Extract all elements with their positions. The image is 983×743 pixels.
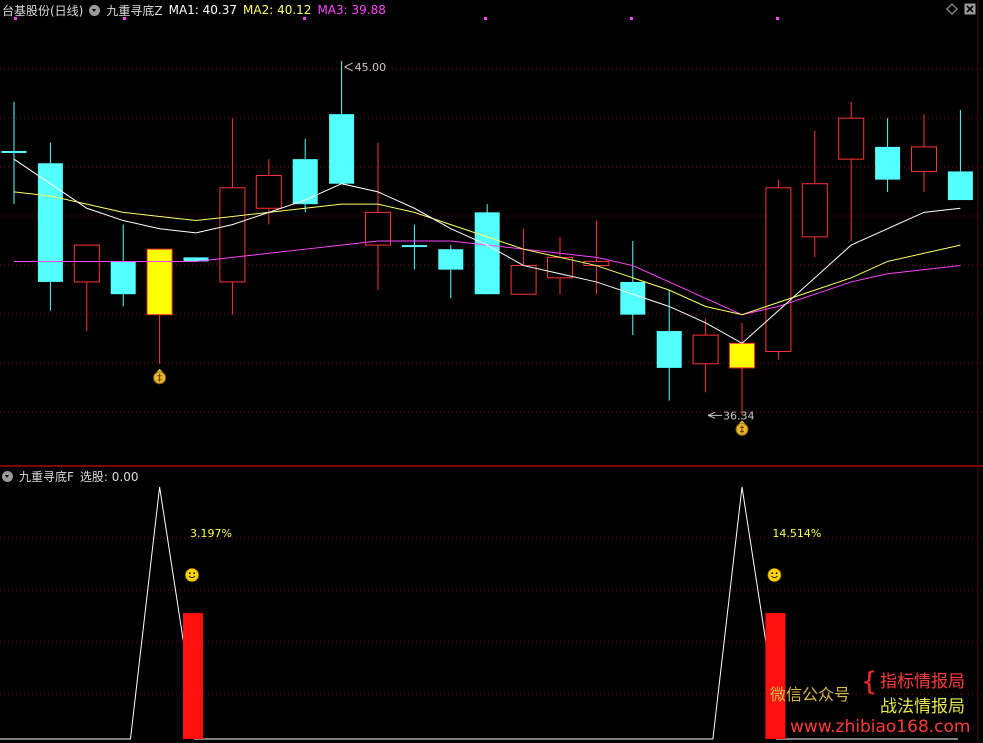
chevron-down-icon[interactable]	[2, 470, 13, 482]
min-price-label: 36.34	[723, 409, 755, 422]
candle-body	[329, 114, 355, 184]
moneybag-icon	[735, 420, 749, 436]
candle-body	[438, 249, 464, 270]
candle-body	[692, 334, 719, 365]
diamond-icon[interactable]	[946, 3, 958, 15]
close-icon[interactable]	[964, 3, 976, 15]
sub-indicator-name: 九重寻底F	[19, 469, 74, 484]
smile-icon	[767, 568, 782, 582]
candle-body	[875, 146, 901, 180]
ma1-value: MA1: 40.37	[168, 3, 238, 17]
candle-body	[838, 117, 865, 160]
signal-bar	[183, 613, 203, 739]
candle-body	[219, 187, 246, 283]
max-price-label: 45.00	[355, 61, 387, 74]
moneybag-icon	[153, 368, 167, 385]
smile-face	[767, 568, 782, 582]
candle-body	[292, 159, 318, 205]
moneybag-tie	[156, 368, 163, 372]
smile-eye	[188, 572, 191, 575]
smile-eye	[775, 572, 778, 575]
smile-eye	[771, 572, 774, 575]
stock-name: 台基股份(日线)	[2, 3, 84, 18]
candle-body	[947, 171, 973, 201]
candle-body	[37, 163, 63, 282]
candle-body	[1, 150, 27, 153]
candle-body	[73, 244, 100, 283]
candle-body	[510, 265, 537, 295]
candle-body	[911, 146, 937, 172]
max-arrow	[344, 62, 353, 72]
watermark-line1: 指标情报局	[880, 672, 965, 692]
candle-body	[401, 245, 427, 248]
candle-body	[365, 211, 391, 246]
candle-body	[255, 175, 282, 209]
watermark-wechat: 微信公众号	[770, 685, 851, 704]
candle-body	[620, 281, 646, 315]
sub-header: 九重寻底F 选股: 0.00	[2, 468, 144, 484]
smile-icon	[185, 568, 199, 582]
candle-body	[801, 183, 828, 238]
watermark-line2: 战法情报局	[880, 697, 965, 717]
candle-body	[656, 331, 682, 368]
smile-eye	[193, 572, 196, 575]
smile-face	[185, 568, 199, 582]
signal-candle-body	[146, 248, 173, 316]
top-marker	[484, 17, 487, 20]
main-header: 台基股份(日线) 九重寻底Z MA1: 40.37 MA2: 40.12 MA3…	[2, 2, 392, 18]
ma2-value: MA2: 40.12	[243, 3, 312, 17]
top-marker	[630, 17, 633, 20]
indicator-name: 九重寻底Z	[106, 3, 163, 18]
candle-body	[474, 212, 500, 295]
watermark-url: www.zhibiao168.com	[790, 717, 971, 737]
chevron-down-icon[interactable]	[89, 4, 101, 16]
signal-candle-body	[729, 342, 755, 369]
ma3-value: MA3: 39.88	[317, 3, 386, 17]
signal-percent-label: 14.514%	[772, 527, 821, 540]
top-marker	[776, 17, 779, 20]
candle-body	[765, 187, 792, 352]
select-value: 选股: 0.00	[79, 469, 139, 484]
min-arrow	[707, 411, 722, 419]
kline-chart[interactable]: 45.00 36.34 3.197% 14.514%	[0, 0, 983, 743]
candle-body	[110, 261, 136, 295]
signal-bar	[765, 613, 786, 739]
candle-body	[547, 256, 573, 279]
signal-percent-label: 3.197%	[190, 527, 232, 540]
watermark-brace: {	[861, 667, 878, 697]
